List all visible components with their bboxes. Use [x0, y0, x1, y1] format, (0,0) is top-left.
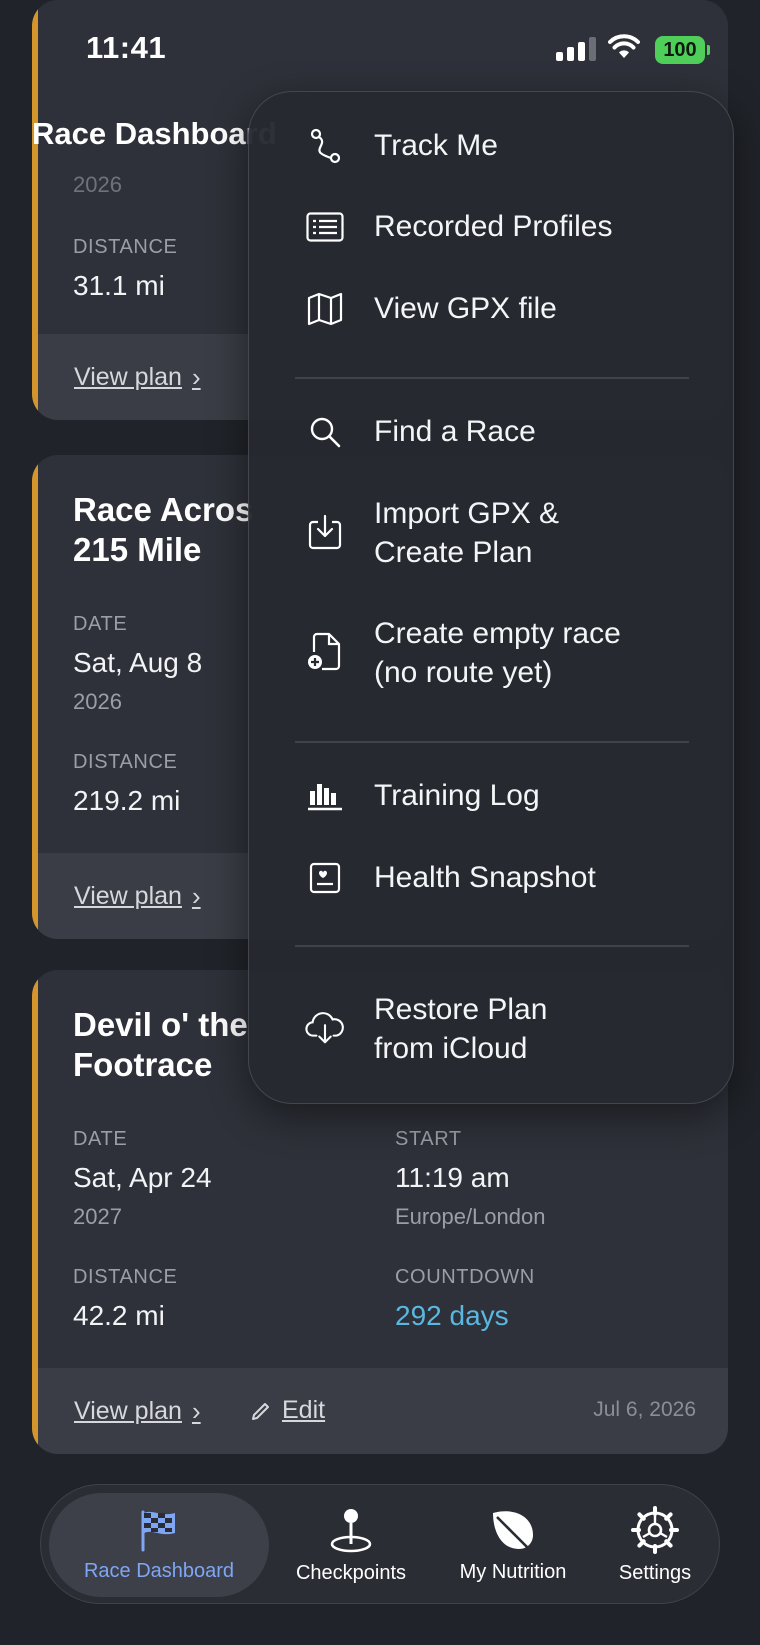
distance-value: 219.2 mi: [73, 785, 181, 816]
menu-divider: [295, 377, 689, 379]
app-screen: 11:41 100 Race Dashboard 2026 DISTANCE 3…: [0, 0, 760, 1645]
chevron-right-icon: ›: [191, 1396, 201, 1426]
start-label: START: [395, 1128, 462, 1150]
date-value: Sat, Apr 24: [73, 1162, 212, 1193]
menu-item-label: Create empty race (no route yet): [374, 617, 621, 689]
menu-item-label: View GPX file: [374, 292, 557, 325]
view-plan-link[interactable]: View plan ›: [74, 362, 201, 393]
tab-label: Settings: [618, 1561, 692, 1584]
battery-tip: [707, 45, 710, 55]
view-plan-link[interactable]: View plan ›: [74, 1396, 201, 1427]
menu-item-restore-icloud[interactable]: Restore Plan from iCloud: [249, 988, 735, 1068]
map-pin-icon: [330, 1508, 372, 1552]
checkered-flag-icon: [141, 1510, 175, 1551]
tab-settings[interactable]: Settings: [593, 1493, 717, 1597]
date-label: DATE: [73, 613, 128, 635]
menu-item-health-snapshot[interactable]: Health Snapshot: [249, 856, 735, 900]
battery-indicator: 100: [655, 36, 705, 64]
distance-value: 42.2 mi: [73, 1300, 165, 1331]
menu-item-training-log[interactable]: Training Log: [249, 774, 735, 818]
wifi-icon: [608, 34, 640, 58]
pencil-icon: [252, 1402, 269, 1420]
countdown-label: COUNTDOWN: [395, 1266, 535, 1288]
menu-item-label: Recorded Profiles: [374, 210, 613, 243]
menu-item-recorded-profiles[interactable]: Recorded Profiles: [249, 205, 735, 249]
gear-icon: [631, 1505, 679, 1554]
card-year: 2026: [73, 172, 122, 197]
menu-item-label: Track Me: [374, 129, 498, 162]
status-time: 11:41: [86, 30, 167, 65]
health-card-icon: [305, 858, 345, 898]
tab-checkpoints[interactable]: Checkpoints: [269, 1493, 433, 1597]
tab-bar: Race Dashboard Checkpoints My Nutrition: [40, 1484, 720, 1604]
menu-item-label: Health Snapshot: [374, 861, 596, 894]
import-icon: [305, 512, 345, 552]
menu-divider: [295, 945, 689, 947]
tab-my-nutrition[interactable]: My Nutrition: [433, 1493, 593, 1597]
countdown-value: 292 days: [395, 1300, 509, 1331]
menu-item-track-me[interactable]: Track Me: [249, 124, 735, 168]
chevron-right-icon: ›: [191, 881, 201, 911]
tab-label: Race Dashboard: [83, 1559, 235, 1582]
bar-chart-icon: [305, 776, 345, 816]
date-year: 2027: [73, 1204, 122, 1229]
route-icon: [305, 126, 345, 166]
menu-divider: [295, 741, 689, 743]
edit-link[interactable]: Edit: [250, 1396, 325, 1425]
list-card-icon: [305, 207, 345, 247]
menu-item-label: Import GPX & Create Plan: [374, 497, 560, 569]
tab-label: Checkpoints: [295, 1561, 407, 1584]
cellular-signal-icon: [556, 37, 596, 61]
new-document-icon: [305, 632, 345, 672]
date-value: Sat, Aug 8: [73, 647, 203, 678]
timezone: Europe/London: [395, 1204, 546, 1229]
card-footer: View plan › Edit Jul 6, 2026: [38, 1368, 728, 1454]
distance-label: DISTANCE: [73, 1266, 178, 1288]
search-icon: [305, 412, 345, 452]
actions-menu: Track Me Recorded Profiles View GPX file…: [248, 91, 734, 1104]
distance-label: DISTANCE: [73, 236, 178, 258]
distance-label: DISTANCE: [73, 751, 178, 773]
menu-item-find-race[interactable]: Find a Race: [249, 410, 735, 454]
card-updated-date: Jul 6, 2026: [593, 1398, 696, 1421]
menu-item-import-gpx[interactable]: Import GPX & Create Plan: [249, 492, 735, 572]
status-bar: 11:41 100: [0, 0, 760, 100]
tab-race-dashboard[interactable]: Race Dashboard: [49, 1493, 269, 1597]
map-icon: [305, 289, 345, 329]
view-plan-link[interactable]: View plan ›: [74, 881, 201, 912]
cloud-download-icon: [305, 1008, 345, 1048]
leaf-icon: [493, 1510, 533, 1552]
date-label: DATE: [73, 1128, 128, 1150]
menu-item-view-gpx[interactable]: View GPX file: [249, 287, 735, 331]
start-time: 11:19 am: [395, 1162, 510, 1193]
date-year: 2026: [73, 689, 122, 714]
tab-label: My Nutrition: [459, 1560, 567, 1583]
menu-item-create-empty-race[interactable]: Create empty race (no route yet): [249, 612, 735, 692]
menu-item-label: Find a Race: [374, 415, 536, 448]
chevron-right-icon: ›: [191, 362, 201, 392]
menu-item-label: Restore Plan from iCloud: [374, 993, 548, 1065]
page-title: Race Dashboard: [32, 116, 277, 151]
menu-item-label: Training Log: [374, 779, 540, 812]
distance-value: 31.1 mi: [73, 270, 165, 301]
